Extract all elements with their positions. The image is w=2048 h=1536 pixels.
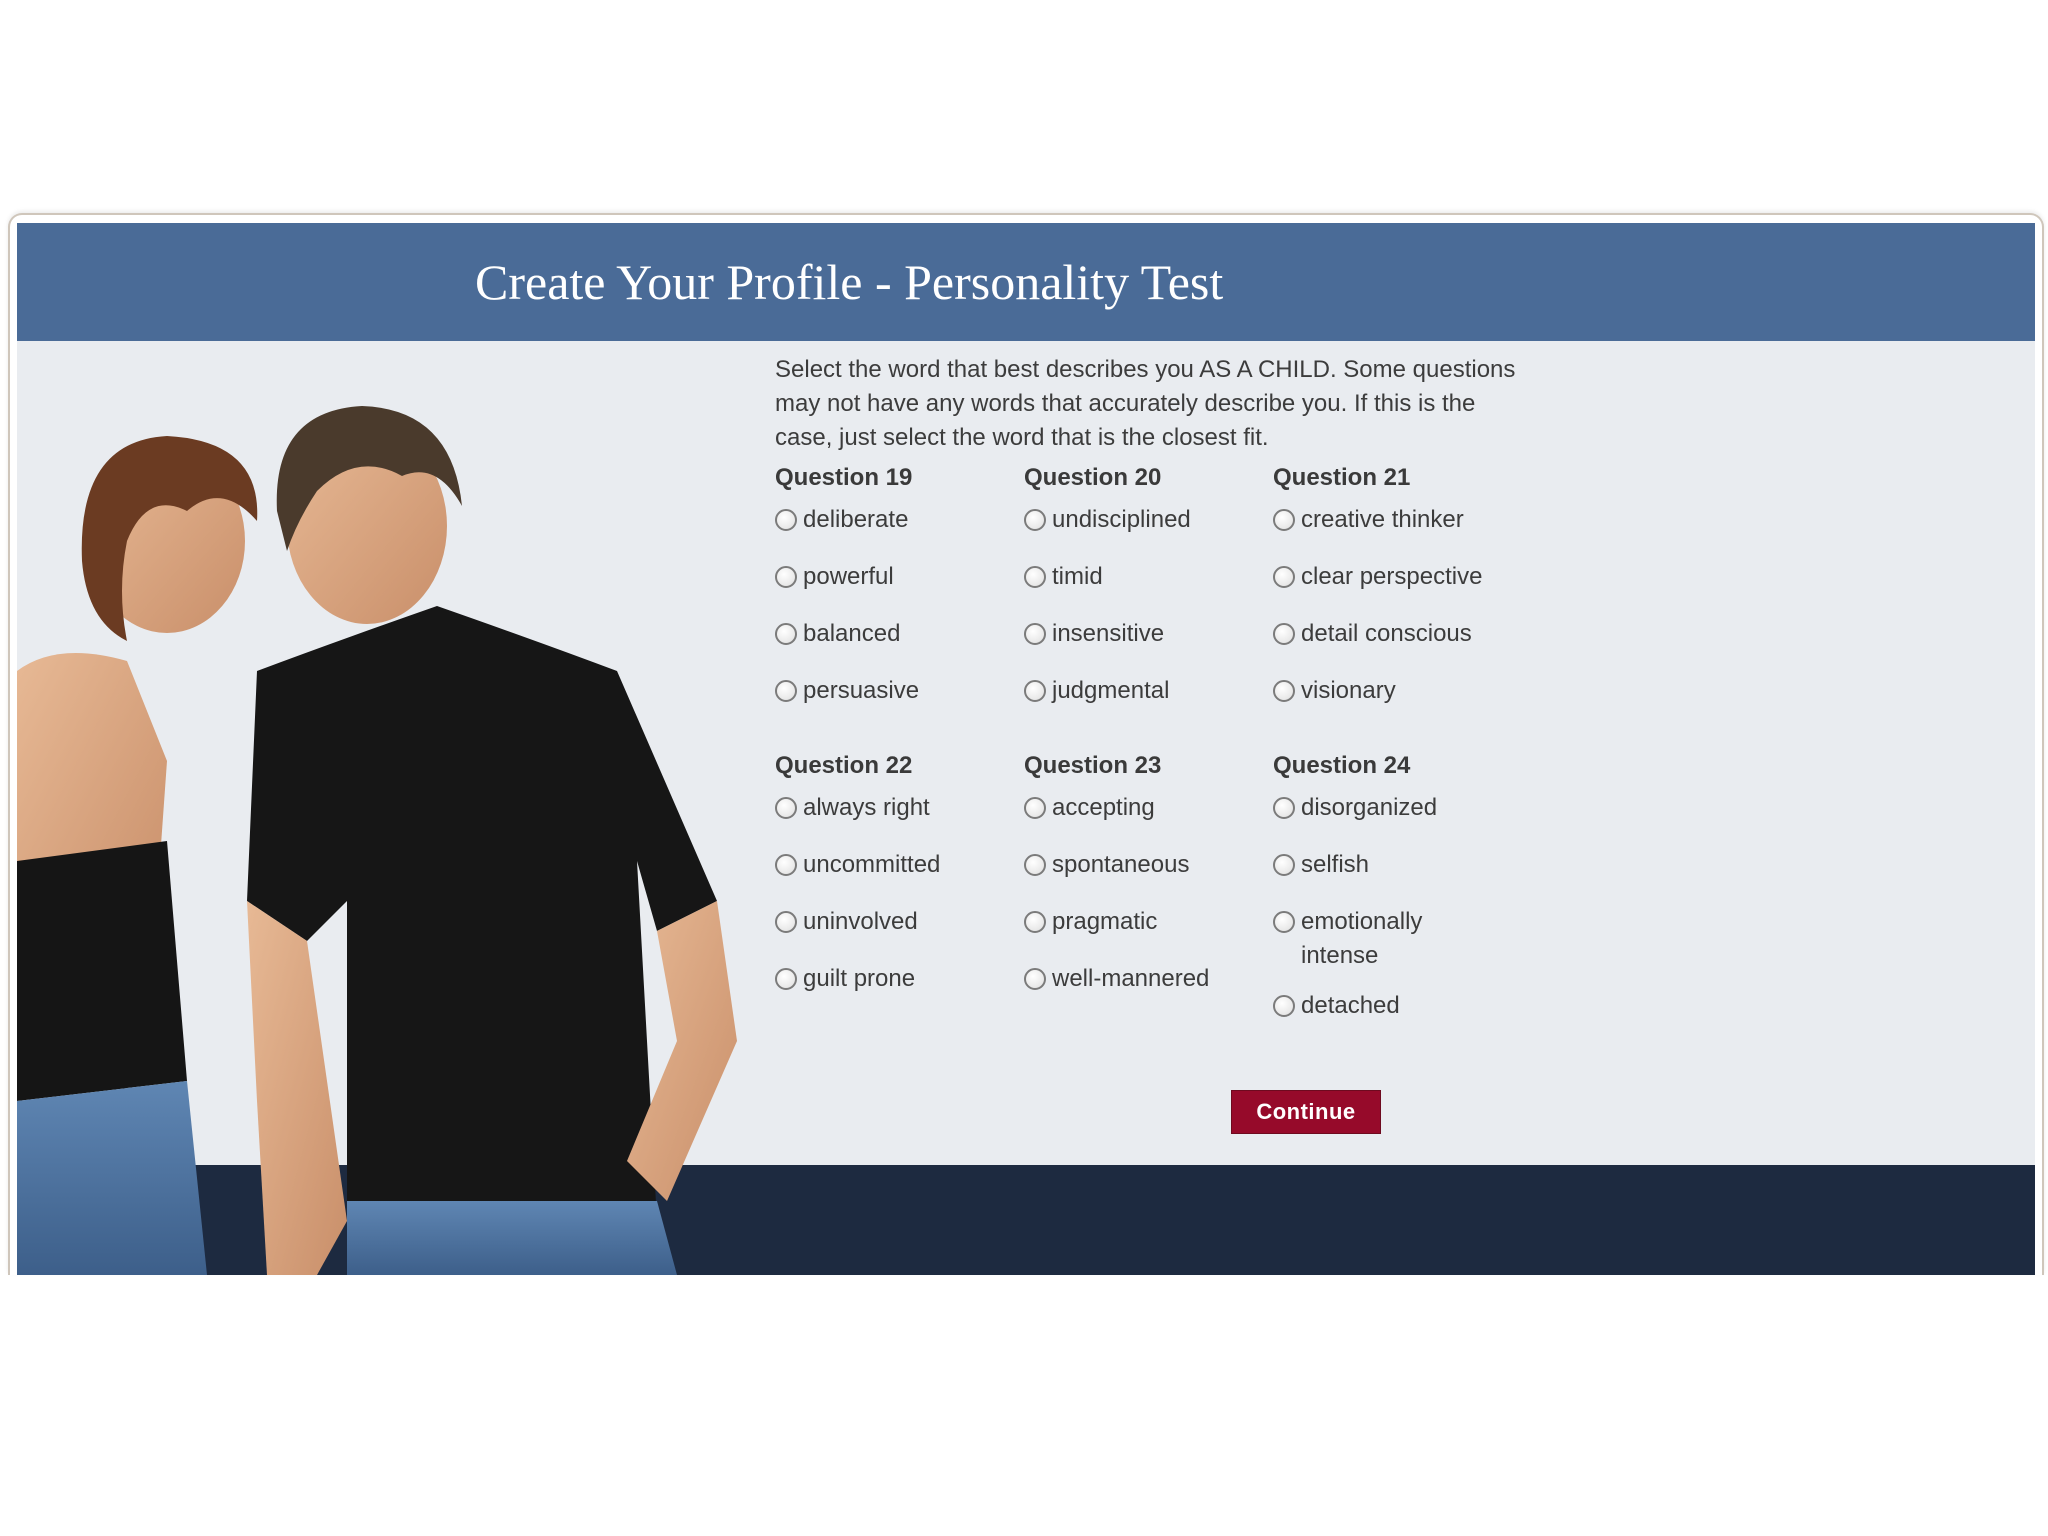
profile-panel: Create Your Profile - Personality Test S… [17, 223, 2035, 1275]
option-accepting[interactable]: accepting [1024, 791, 1264, 825]
option-disorganized[interactable]: disorganized [1273, 791, 1513, 825]
profile-window: Create Your Profile - Personality Test S… [8, 213, 2044, 1275]
radio-button[interactable] [775, 566, 797, 588]
radio-button[interactable] [1024, 509, 1046, 531]
option-judgmental[interactable]: judgmental [1024, 674, 1264, 708]
option-deliberate[interactable]: deliberate [775, 503, 1015, 537]
option-detail-conscious[interactable]: detail conscious [1273, 617, 1513, 651]
radio-button[interactable] [1273, 509, 1295, 531]
option-persuasive[interactable]: persuasive [775, 674, 1015, 708]
radio-button[interactable] [775, 623, 797, 645]
header-bar: Create Your Profile - Personality Test [17, 223, 2035, 341]
question-21: Question 21 creative thinker clear persp… [1273, 463, 1513, 731]
question-label: Question 20 [1024, 464, 1162, 491]
radio-button[interactable] [1273, 995, 1295, 1017]
option-well-mannered[interactable]: well-mannered [1024, 962, 1264, 996]
option-always-right[interactable]: always right [775, 791, 1015, 825]
question-label: Question 19 [775, 464, 913, 491]
option-label: guilt prone [803, 965, 916, 992]
option-label: deliberate [803, 506, 909, 533]
radio-button[interactable] [1024, 911, 1046, 933]
option-label: detail conscious [1301, 620, 1472, 647]
option-label: balanced [803, 620, 901, 647]
radio-button[interactable] [1024, 623, 1046, 645]
option-creative-thinker[interactable]: creative thinker [1273, 503, 1513, 537]
question-22: Question 22 always right uncommitted uni… [775, 751, 1015, 1019]
option-label: accepting [1052, 794, 1155, 821]
option-label: disorganized [1301, 794, 1438, 821]
question-label: Question 22 [775, 752, 913, 779]
option-label: undisciplined [1052, 506, 1191, 533]
option-label: emotionally intense [1301, 908, 1423, 969]
question-24: Question 24 disorganized selfish emotion… [1273, 751, 1513, 1046]
option-label: persuasive [803, 677, 920, 704]
option-label: spontaneous [1052, 851, 1190, 878]
option-balanced[interactable]: balanced [775, 617, 1015, 651]
option-label: uninvolved [803, 908, 918, 935]
question-label: Question 23 [1024, 752, 1162, 779]
option-timid[interactable]: timid [1024, 560, 1264, 594]
option-uninvolved[interactable]: uninvolved [775, 905, 1015, 939]
option-label: creative thinker [1301, 506, 1464, 533]
option-spontaneous[interactable]: spontaneous [1024, 848, 1264, 882]
option-selfish[interactable]: selfish [1273, 848, 1513, 882]
option-label: insensitive [1052, 620, 1165, 647]
option-label: pragmatic [1052, 908, 1158, 935]
radio-button[interactable] [775, 854, 797, 876]
couple-photo [17, 341, 757, 1275]
option-pragmatic[interactable]: pragmatic [1024, 905, 1264, 939]
option-guilt-prone[interactable]: guilt prone [775, 962, 1015, 996]
question-20: Question 20 undisciplined timid insensit… [1024, 463, 1264, 731]
radio-button[interactable] [1273, 911, 1295, 933]
radio-button[interactable] [1024, 854, 1046, 876]
page-title: Create Your Profile - Personality Test [475, 254, 1224, 310]
option-label: timid [1052, 563, 1103, 590]
option-emotionally-intense[interactable]: emotionally intense [1273, 905, 1513, 973]
radio-button[interactable] [775, 911, 797, 933]
instructions-text: Select the word that best describes you … [775, 356, 1516, 451]
option-label: well-mannered [1052, 965, 1210, 992]
option-label: visionary [1301, 677, 1396, 704]
radio-button[interactable] [1273, 797, 1295, 819]
option-label: judgmental [1052, 677, 1170, 704]
radio-button[interactable] [775, 509, 797, 531]
radio-button[interactable] [775, 797, 797, 819]
option-visionary[interactable]: visionary [1273, 674, 1513, 708]
radio-button[interactable] [1273, 566, 1295, 588]
option-undisciplined[interactable]: undisciplined [1024, 503, 1264, 537]
radio-button[interactable] [775, 968, 797, 990]
option-label: powerful [803, 563, 894, 590]
radio-button[interactable] [1024, 566, 1046, 588]
radio-button[interactable] [1024, 680, 1046, 702]
option-powerful[interactable]: powerful [775, 560, 1015, 594]
option-clear-perspective[interactable]: clear perspective [1273, 560, 1513, 594]
option-label: detached [1301, 992, 1400, 1019]
question-19: Question 19 deliberate powerful balanced… [775, 463, 1015, 731]
radio-button[interactable] [1024, 968, 1046, 990]
option-label: clear perspective [1301, 563, 1483, 590]
question-label: Question 24 [1273, 752, 1411, 779]
option-uncommitted[interactable]: uncommitted [775, 848, 1015, 882]
radio-button[interactable] [1273, 680, 1295, 702]
radio-button[interactable] [775, 680, 797, 702]
option-detached[interactable]: detached [1273, 989, 1513, 1023]
option-label: uncommitted [803, 851, 941, 878]
continue-button[interactable]: Continue [1231, 1090, 1381, 1134]
radio-button[interactable] [1273, 623, 1295, 645]
option-insensitive[interactable]: insensitive [1024, 617, 1264, 651]
radio-button[interactable] [1024, 797, 1046, 819]
question-label: Question 21 [1273, 464, 1411, 491]
option-label: selfish [1301, 851, 1370, 878]
radio-button[interactable] [1273, 854, 1295, 876]
question-23: Question 23 accepting spontaneous pragma… [1024, 751, 1264, 1019]
option-label: always right [803, 794, 930, 821]
